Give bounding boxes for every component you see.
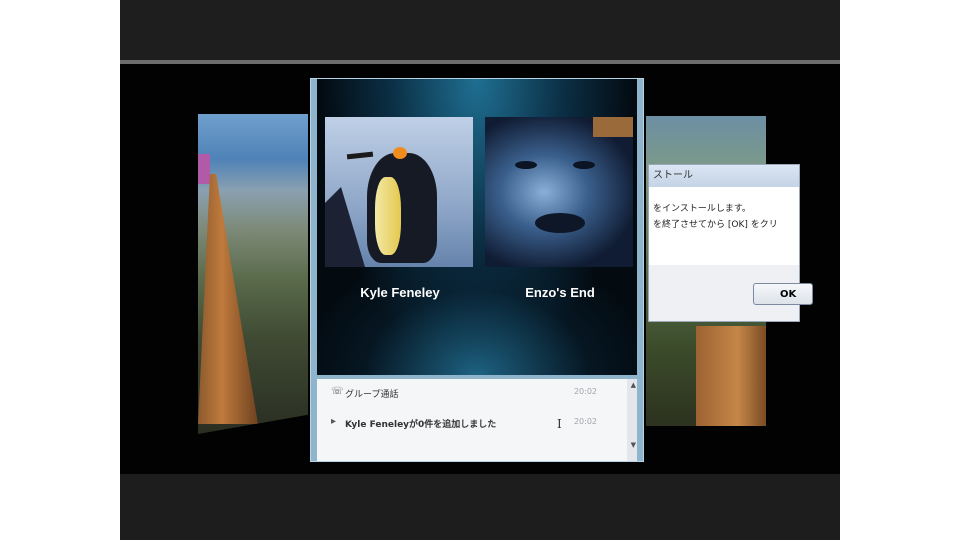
video-frame: ストール をインストールします。 を終了させてから [OK] をクリ OK Ky… xyxy=(120,0,840,540)
penguin-beak xyxy=(346,151,374,160)
call-window[interactable]: Kyle Feneley Enzo's End ☏ グループ通話 20:02 ▸… xyxy=(310,78,644,462)
dialog-button-area: OK xyxy=(649,265,813,321)
penguin-patch xyxy=(393,147,407,159)
face-avatar xyxy=(485,117,633,267)
wallpaper-rock xyxy=(696,326,766,426)
avatar-rock xyxy=(325,187,365,267)
dialog-message: をインストールします。 を終了させてから [OK] をクリ xyxy=(649,187,799,233)
call-video-area: Kyle Feneley Enzo's End xyxy=(317,79,637,375)
ok-button[interactable]: OK xyxy=(753,283,813,305)
background-window-left[interactable] xyxy=(198,114,308,434)
chat-text: グループ通話 xyxy=(345,390,399,400)
chevron-right-icon: ▸ xyxy=(331,416,337,427)
dialog-message-line2: を終了させてから [OK] をクリ xyxy=(653,220,778,230)
scroll-up-icon[interactable]: ▲ xyxy=(631,381,636,389)
letterbox-left xyxy=(0,0,120,540)
letterbox-right xyxy=(840,0,960,540)
flip3d-desktop: ストール をインストールします。 を終了させてから [OK] をクリ OK Ky… xyxy=(120,64,840,474)
avatar-eye xyxy=(573,161,595,169)
participant-name: Kyle Feneley xyxy=(360,285,440,300)
penguin-avatar xyxy=(325,117,473,267)
participant-kyle[interactable]: Kyle Feneley xyxy=(325,117,475,300)
penguin-chest xyxy=(375,177,401,255)
text-cursor-icon: I xyxy=(557,417,562,431)
participant-enzo[interactable]: Enzo's End xyxy=(485,117,635,300)
chat-time: 20:02 xyxy=(573,387,597,396)
avatar-background xyxy=(593,117,633,137)
scroll-down-icon[interactable]: ▼ xyxy=(631,441,636,449)
chat-history[interactable]: ☏ グループ通話 20:02 ▸ Kyle Feneleyが0件を追加しました … xyxy=(317,379,637,461)
wallpaper-accent xyxy=(198,154,210,184)
dialog-title: ストール xyxy=(649,165,799,187)
frame-bottom-bar xyxy=(120,474,840,540)
installer-dialog[interactable]: ストール をインストールします。 を終了させてから [OK] をクリ OK xyxy=(648,164,813,322)
chat-time: 20:02 xyxy=(573,417,597,426)
wallpaper-rock xyxy=(198,174,258,424)
phone-icon: ☏ xyxy=(331,386,344,397)
avatar-mouth xyxy=(535,213,585,233)
dialog-message-line1: をインストールします。 xyxy=(653,204,751,214)
frame-top-bar xyxy=(120,0,840,60)
participant-name: Enzo's End xyxy=(525,285,595,300)
chat-text: Kyle Feneleyが0件を追加しました xyxy=(345,420,497,430)
chat-entry: ☏ グループ通話 20:02 xyxy=(331,383,597,405)
chat-scrollbar[interactable]: ▲ ▼ xyxy=(627,379,637,461)
avatar-eye xyxy=(515,161,537,169)
